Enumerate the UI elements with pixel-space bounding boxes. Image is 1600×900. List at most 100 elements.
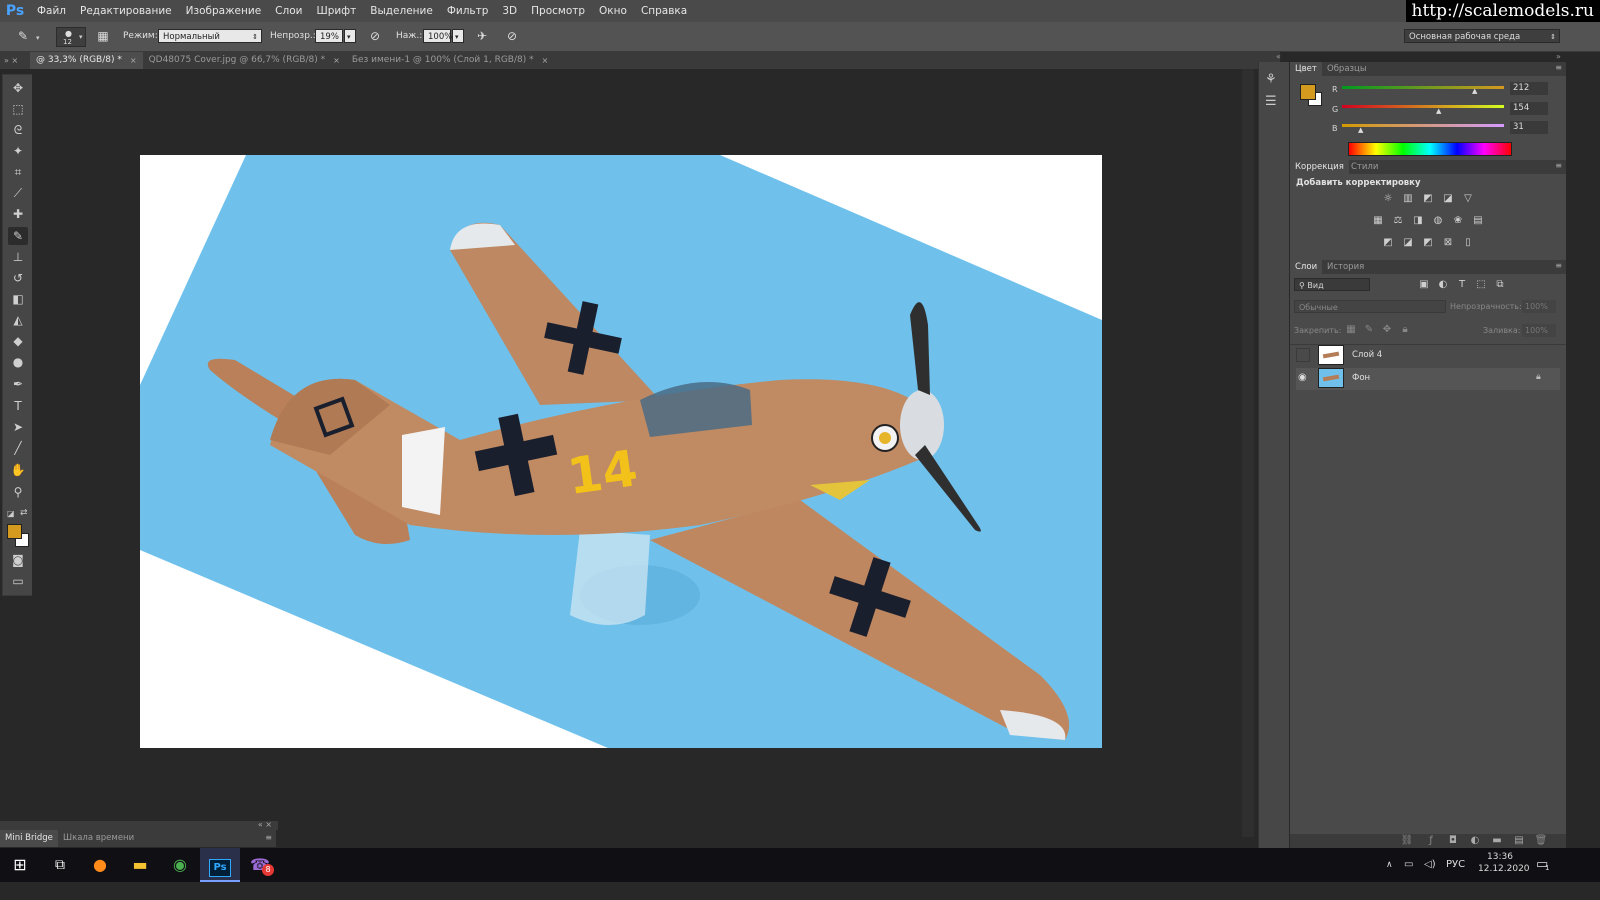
invert-icon[interactable]: ◩ — [1381, 237, 1395, 249]
brush-tool-icon[interactable]: ✎ — [14, 28, 32, 44]
marquee-tool-icon[interactable]: ⬚ — [8, 100, 28, 118]
menu-view[interactable]: Просмотр — [524, 0, 592, 22]
menu-file[interactable]: Файл — [30, 0, 73, 22]
file-explorer-icon[interactable]: ▬ — [120, 848, 160, 882]
paint-bucket-tool-icon[interactable]: ◭ — [8, 311, 28, 329]
green-slider[interactable] — [1342, 105, 1504, 108]
threshold-icon[interactable]: ◩ — [1421, 237, 1435, 249]
airbrush-icon[interactable]: ✈ — [473, 28, 491, 44]
menu-select[interactable]: Выделение — [363, 0, 440, 22]
pressure-dropdown-button[interactable]: ▾ — [452, 29, 464, 43]
menu-image[interactable]: Изображение — [179, 0, 269, 22]
swap-colors-icon[interactable]: ⇄ — [20, 508, 28, 518]
document-tab[interactable]: Без имени-1 @ 100% (Слой 1, RGB/8) * × — [346, 52, 555, 69]
language-indicator[interactable]: РУС — [1446, 848, 1465, 882]
foreground-color-swatch[interactable] — [1300, 84, 1316, 100]
close-icon[interactable]: × — [333, 52, 340, 69]
blue-value-input[interactable]: 31 — [1510, 121, 1548, 134]
tab-timeline[interactable]: Шкала времени — [58, 830, 139, 847]
brush-panel-toggle-icon[interactable]: ▦ — [94, 28, 112, 44]
quick-mask-icon[interactable]: ◙ — [8, 551, 28, 569]
crop-tool-icon[interactable]: ⌗ — [8, 163, 28, 181]
lock-pixels-icon[interactable]: ✎ — [1362, 324, 1376, 336]
menu-type[interactable]: Шрифт — [309, 0, 363, 22]
volume-icon[interactable]: ◁) — [1424, 848, 1436, 882]
document-tab[interactable]: QD48075 Cover.jpg @ 66,7% (RGB/8) * × — [143, 52, 346, 69]
workspace-select[interactable]: Основная рабочая среда ⇕ — [1404, 29, 1560, 43]
hue-saturation-icon[interactable]: ▦ — [1371, 215, 1385, 227]
pressure-opacity-icon[interactable]: ⊘ — [366, 28, 384, 44]
panel-menu-icon[interactable]: ≡ — [1555, 261, 1562, 270]
layer-row[interactable]: ◉ Фон 🔒︎ — [1296, 368, 1560, 390]
document-tab[interactable]: @ 33,3% (RGB/8) * × — [30, 52, 143, 69]
fx-icon[interactable]: ƒ — [1424, 835, 1438, 847]
taskbar-clock[interactable]: 13:36 12.12.2020 — [1478, 852, 1530, 874]
fill-input[interactable]: 100% — [1522, 324, 1556, 337]
new-layer-icon[interactable]: ▤ — [1512, 835, 1526, 847]
panel-menu-icon[interactable]: ≡ — [265, 833, 272, 842]
close-icon[interactable]: × — [542, 52, 549, 69]
zoom-tool-icon[interactable]: ⚲ — [8, 483, 28, 501]
red-slider[interactable] — [1342, 86, 1504, 89]
eye-icon[interactable]: ◉ — [1298, 372, 1307, 383]
firefox-icon[interactable]: ● — [80, 848, 120, 882]
slider-thumb-icon[interactable]: ▲ — [1472, 87, 1477, 95]
add-mask-icon[interactable]: ◘ — [1446, 835, 1460, 847]
document-canvas[interactable]: 14 — [140, 155, 1102, 748]
visibility-toggle[interactable] — [1296, 348, 1310, 362]
brush-tool-icon[interactable]: ✎ — [8, 227, 28, 245]
type-filter-icon[interactable]: T — [1455, 279, 1469, 291]
pressure-size-icon[interactable]: ⊘ — [503, 28, 521, 44]
lock-transparency-icon[interactable]: ▦ — [1344, 324, 1358, 336]
task-view-icon[interactable]: ⧉ — [40, 848, 80, 882]
slider-thumb-icon[interactable]: ▲ — [1436, 107, 1441, 115]
tab-color[interactable]: Цвет — [1290, 62, 1322, 76]
toolbar-collapse-icon[interactable]: » × — [0, 52, 30, 69]
black-white-icon[interactable]: ◨ — [1411, 215, 1425, 227]
brush-presets-icon[interactable]: ☰ — [1265, 94, 1277, 109]
tab-swatches[interactable]: Образцы — [1322, 62, 1372, 76]
blend-mode-select[interactable]: Обычные — [1294, 300, 1446, 313]
menu-3d[interactable]: 3D — [495, 0, 524, 22]
exposure-icon[interactable]: ◪ — [1441, 193, 1455, 205]
blur-tool-icon[interactable]: ◆ — [8, 332, 28, 350]
curves-icon[interactable]: ◩ — [1421, 193, 1435, 205]
menu-help[interactable]: Справка — [634, 0, 694, 22]
menu-window[interactable]: Окно — [592, 0, 634, 22]
brush-panel-icon[interactable]: ⚘ — [1265, 72, 1277, 87]
eyedropper-tool-icon[interactable]: ⟋ — [8, 184, 28, 202]
posterize-icon[interactable]: ◪ — [1401, 237, 1415, 249]
tab-adjustments[interactable]: Коррекция — [1290, 160, 1349, 174]
panel-menu-icon[interactable]: ≡ — [1555, 161, 1562, 170]
close-icon[interactable]: × — [130, 52, 137, 69]
mode-select[interactable]: Нормальный ⇕ — [158, 29, 262, 43]
red-value-input[interactable]: 212 — [1510, 82, 1548, 95]
channel-mixer-icon[interactable]: ❀ — [1451, 215, 1465, 227]
link-layers-icon[interactable]: ⛓ — [1400, 835, 1414, 847]
pressure-input[interactable]: 100% — [423, 29, 452, 43]
color-lookup-icon[interactable]: ▤ — [1471, 215, 1485, 227]
windows-start-icon[interactable]: ⊞ — [0, 848, 40, 882]
brush-preset-picker[interactable]: ● 12 ▾ — [56, 27, 86, 47]
menu-layers[interactable]: Слои — [268, 0, 309, 22]
new-group-icon[interactable]: ▬ — [1490, 835, 1504, 847]
collapse-panels-icon[interactable]: « — [1276, 52, 1281, 61]
layer-opacity-input[interactable]: 100% — [1522, 300, 1556, 313]
move-tool-icon[interactable]: ✥ — [8, 79, 28, 97]
hand-tool-icon[interactable]: ✋ — [8, 461, 28, 479]
lasso-tool-icon[interactable]: ᘓ — [8, 121, 28, 139]
tray-expand-icon[interactable]: ∧ — [1386, 848, 1393, 882]
network-icon[interactable]: ▭ — [1404, 848, 1413, 882]
tab-history[interactable]: История — [1322, 260, 1369, 274]
layer-filter-select[interactable]: ⚲ Вид — [1294, 278, 1370, 291]
new-adjustment-icon[interactable]: ◐ — [1468, 835, 1482, 847]
healing-brush-tool-icon[interactable]: ✚ — [8, 205, 28, 223]
screen-mode-icon[interactable]: ▭ — [8, 572, 28, 590]
eraser-tool-icon[interactable]: ◧ — [8, 290, 28, 308]
opacity-dropdown-button[interactable]: ▾ — [344, 29, 356, 43]
notifications-icon[interactable]: ▭ 1 — [1536, 848, 1549, 882]
slider-thumb-icon[interactable]: ▲ — [1358, 126, 1363, 134]
close-icon[interactable]: « × — [258, 820, 272, 829]
opacity-input[interactable]: 19% — [315, 29, 343, 43]
panel-menu-icon[interactable]: ≡ — [1555, 63, 1562, 72]
